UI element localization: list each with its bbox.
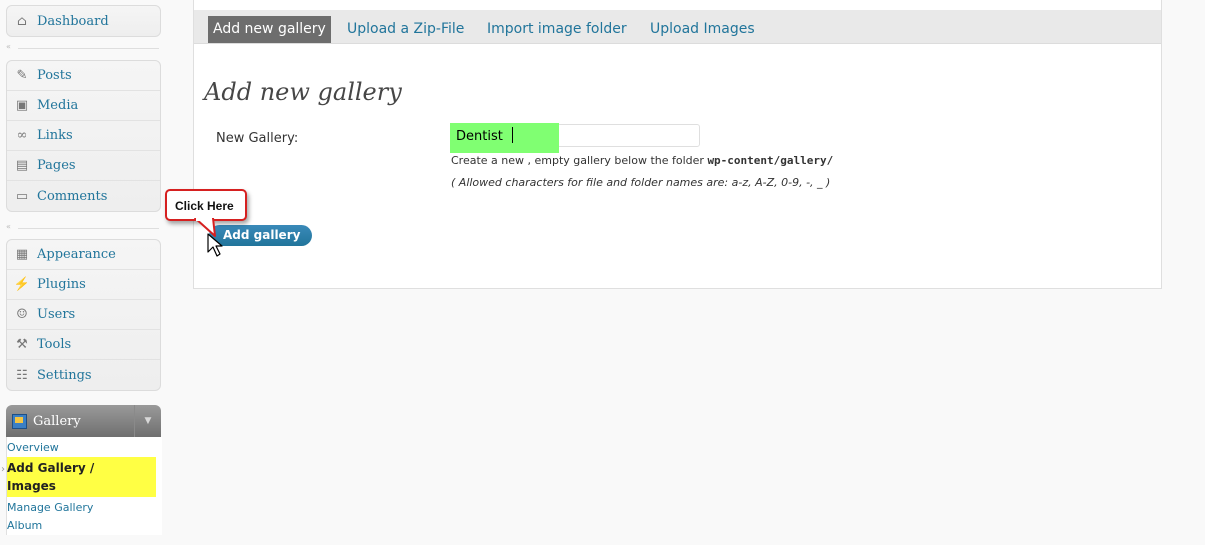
click-here-callout: Click Here — [165, 189, 247, 221]
menu-separator: « — [6, 222, 159, 232]
sidebar-item-label: Pages — [37, 158, 76, 173]
gallery-icon — [12, 413, 27, 429]
sidebar-item-label: Links — [37, 128, 73, 143]
tools-icon: ⚒ — [16, 337, 28, 352]
admin-sidebar: ⌂ Dashboard « ✎ Posts ▣ Media ∞ Links ▤ Page… — [0, 0, 162, 545]
pushpin-icon: ✎ — [16, 68, 28, 83]
tab-upload-images[interactable]: Upload Images — [650, 16, 755, 43]
text-caret — [512, 127, 513, 143]
sidebar-item-pages[interactable]: ▤ Pages — [7, 151, 160, 181]
collapse-arrows-icon: « — [6, 42, 11, 51]
link-icon: ∞ — [16, 128, 28, 143]
sidebar-item-comments[interactable]: ▭ Comments — [7, 181, 160, 211]
main-panel: Add new gallery Upload a Zip-File Import… — [193, 0, 1162, 289]
sidebar-item-links[interactable]: ∞ Links — [7, 121, 160, 151]
sidebar-item-label: Media — [37, 98, 79, 113]
sidebar-item-dashboard[interactable]: ⌂ Dashboard — [7, 6, 160, 36]
help-prefix: Create a new , empty gallery below the f… — [451, 154, 708, 167]
comment-icon: ▭ — [15, 188, 29, 204]
menu-group-content: ✎ Posts ▣ Media ∞ Links ▤ Pages ▭ Comments — [6, 60, 161, 212]
sidebar-item-users[interactable]: ☺ Users — [7, 300, 160, 330]
submenu-item-overview[interactable]: Overview — [7, 437, 162, 457]
mouse-cursor-icon — [207, 233, 223, 257]
home-icon: ⌂ — [17, 13, 27, 29]
users-icon: ☺ — [16, 307, 28, 322]
sidebar-item-label: Users — [37, 307, 76, 322]
submenu-item-add-gallery[interactable]: › Add Gallery / Images — [1, 457, 156, 497]
submenu-item-label: Add Gallery / — [7, 461, 95, 475]
sidebar-item-tools[interactable]: ⚒ Tools — [7, 330, 160, 360]
chevron-down-icon[interactable]: ▼ — [134, 405, 161, 437]
sidebar-item-gallery[interactable]: Gallery ▼ — [6, 405, 161, 437]
menu-separator: « — [6, 42, 159, 52]
collapse-arrows-icon: « — [6, 222, 11, 231]
chevron-right-icon: › — [1, 464, 5, 475]
sidebar-item-label: Comments — [37, 188, 108, 204]
help-path: wp-content/gallery/ — [707, 154, 834, 167]
media-icon: ▣ — [15, 98, 29, 113]
settings-icon: ☷ — [16, 367, 28, 383]
pages-icon: ▤ — [15, 158, 29, 173]
tab-import-folder[interactable]: Import image folder — [487, 16, 627, 43]
tab-add-new-gallery[interactable]: Add new gallery — [208, 16, 331, 43]
sidebar-item-label: Plugins — [37, 277, 86, 292]
tab-bar: Add new gallery Upload a Zip-File Import… — [194, 10, 1161, 44]
sidebar-item-label: Settings — [37, 367, 92, 383]
sidebar-item-appearance[interactable]: ▦ Appearance — [7, 240, 160, 270]
new-gallery-label: New Gallery: — [216, 131, 299, 146]
new-gallery-input-value: Dentist — [456, 129, 503, 144]
allowed-chars-text: ( Allowed characters for file and folder… — [451, 176, 831, 189]
sidebar-item-label: Gallery — [33, 413, 81, 429]
sidebar-item-label: Tools — [37, 337, 72, 352]
page-title: Add new gallery — [204, 78, 402, 106]
appearance-icon: ▦ — [15, 247, 29, 262]
sidebar-item-label: Posts — [37, 68, 72, 83]
sidebar-item-media[interactable]: ▣ Media — [7, 91, 160, 121]
menu-group-admin: ▦ Appearance ⚡ Plugins ☺ Users ⚒ Tools ☷ Sett… — [6, 239, 161, 391]
tab-upload-zip[interactable]: Upload a Zip-File — [347, 16, 464, 43]
submenu-item-manage-gallery[interactable]: Manage Gallery — [7, 497, 162, 517]
sidebar-item-posts[interactable]: ✎ Posts — [7, 61, 160, 91]
sidebar-item-label: Appearance — [37, 247, 116, 262]
sidebar-item-plugins[interactable]: ⚡ Plugins — [7, 270, 160, 300]
submenu-item-label: Images — [7, 479, 56, 493]
sidebar-item-settings[interactable]: ☷ Settings — [7, 360, 160, 390]
sidebar-item-label: Dashboard — [37, 13, 109, 29]
menu-group-dashboard: ⌂ Dashboard — [6, 5, 161, 37]
folder-help-text: Create a new , empty gallery below the f… — [451, 154, 833, 167]
plugin-icon: ⚡ — [13, 277, 31, 292]
gallery-submenu: Overview › Add Gallery / Images Manage G… — [1, 437, 162, 535]
submenu-item-album[interactable]: Album — [7, 517, 162, 535]
